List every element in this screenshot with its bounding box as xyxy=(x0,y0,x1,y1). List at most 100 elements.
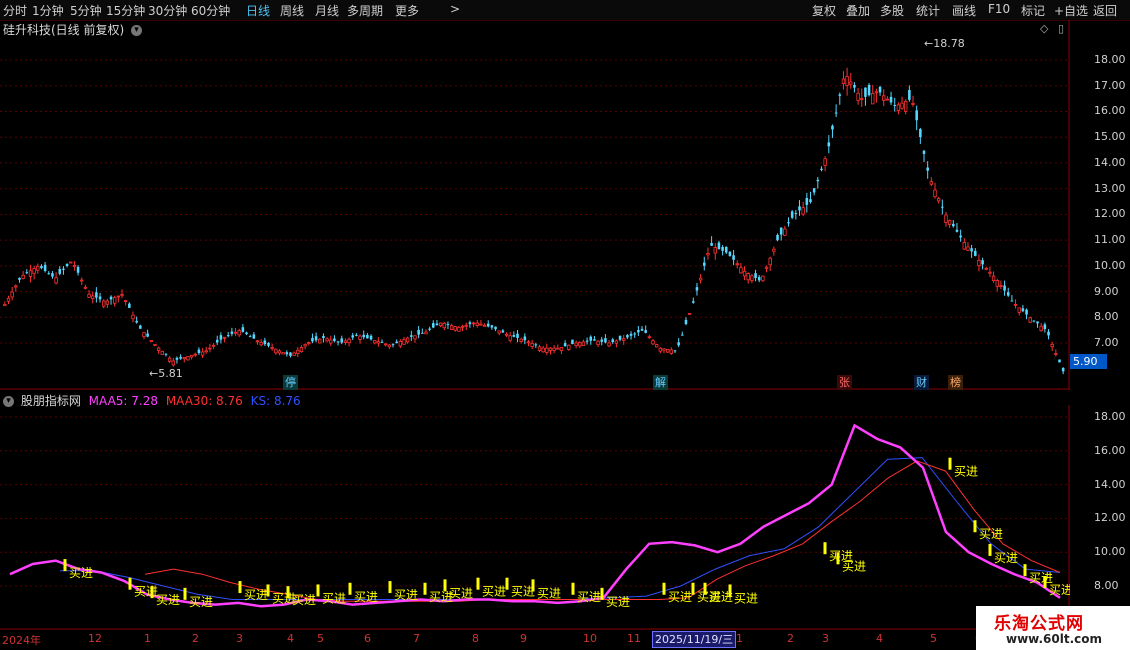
candle xyxy=(654,343,659,348)
indicator-axis-label: 12.00 xyxy=(1094,511,1126,525)
event-marker-stop[interactable]: 停 xyxy=(283,375,298,390)
price-axis-label: 17.00 xyxy=(1094,78,1126,92)
candle xyxy=(468,320,472,328)
indicator-axis-label: 14.00 xyxy=(1094,477,1126,491)
action-button-7[interactable]: +自选 xyxy=(1054,2,1088,19)
candle xyxy=(102,299,106,309)
price-axis-label: 10.00 xyxy=(1094,258,1126,272)
candle xyxy=(410,330,413,341)
candle xyxy=(139,324,142,329)
action-button-0[interactable]: 复权 xyxy=(812,2,836,19)
candle xyxy=(69,261,73,264)
period-tab-10[interactable]: 更多 xyxy=(395,2,419,19)
period-tab-4[interactable]: 30分钟 xyxy=(148,2,187,19)
candle xyxy=(1061,367,1065,375)
candle xyxy=(281,352,285,355)
candle xyxy=(87,289,91,299)
date-axis-label: 6 xyxy=(364,632,371,645)
candle xyxy=(376,337,381,347)
buy-signal-label: 买进 xyxy=(979,527,1003,541)
candle xyxy=(593,335,596,341)
candle xyxy=(175,356,179,364)
candle xyxy=(54,272,58,285)
candle xyxy=(497,330,501,336)
candle xyxy=(366,332,369,339)
event-marker-zhang[interactable]: 张 xyxy=(837,375,852,390)
indicator-chart[interactable]: 买进买进买进 买进 买进 买进买进 买进 买进 买进 买进买进 买进 买进 买进 买进 买进 买进 买进买进… xyxy=(0,405,1070,630)
candle xyxy=(36,263,40,274)
candle xyxy=(76,264,80,276)
candle xyxy=(681,331,684,336)
period-tab-5[interactable]: 60分钟 xyxy=(191,2,230,19)
period-tab-9[interactable]: 多周期 xyxy=(347,2,383,19)
candle xyxy=(153,344,157,347)
action-button-1[interactable]: 叠加 xyxy=(846,2,870,19)
candle xyxy=(783,225,787,237)
action-button-2[interactable]: 多股 xyxy=(880,2,904,19)
chevron-right-icon[interactable]: > xyxy=(450,2,460,16)
buy-signal: 买进 xyxy=(988,543,1018,565)
action-button-5[interactable]: F10 xyxy=(988,2,1010,16)
candle xyxy=(871,84,875,105)
candle xyxy=(252,332,256,339)
period-tab-7[interactable]: 周线 xyxy=(280,2,304,19)
buy-signal-label: 买进 xyxy=(994,551,1018,565)
candle xyxy=(299,345,304,353)
period-tab-0[interactable]: 分时 xyxy=(3,2,27,19)
buy-signal: 买进 xyxy=(476,577,506,599)
candle xyxy=(471,321,476,328)
action-button-4[interactable]: 画线 xyxy=(952,2,976,19)
event-marker-jie[interactable]: 解 xyxy=(653,375,668,390)
candle xyxy=(464,322,468,330)
candle xyxy=(776,233,779,242)
buy-signal-label: 买进 xyxy=(954,465,978,479)
date-axis-label: 9 xyxy=(520,632,527,645)
candle xyxy=(1036,321,1039,328)
watermark-title: 乐淘公式网 xyxy=(994,614,1084,634)
indicator-axis-label: 16.00 xyxy=(1094,443,1126,457)
action-button-8[interactable]: 返回 xyxy=(1093,2,1117,19)
candle xyxy=(644,325,647,334)
action-button-3[interactable]: 统计 xyxy=(916,2,940,19)
candle xyxy=(83,284,88,290)
candle xyxy=(362,330,365,340)
candle xyxy=(65,263,69,268)
candle xyxy=(746,272,750,284)
date-axis-label: 7 xyxy=(413,632,420,645)
candle xyxy=(673,350,677,354)
period-tab-8[interactable]: 月线 xyxy=(315,2,339,19)
candle xyxy=(658,347,663,354)
candle xyxy=(435,320,439,326)
candle xyxy=(548,347,553,355)
candle xyxy=(735,260,739,269)
candle xyxy=(303,343,307,350)
period-tab-2[interactable]: 5分钟 xyxy=(70,2,102,19)
period-tab-3[interactable]: 15分钟 xyxy=(106,2,145,19)
candle xyxy=(640,326,644,331)
candle xyxy=(893,97,896,112)
price-axis-label: 7.00 xyxy=(1094,336,1119,350)
price-axis-label: 11.00 xyxy=(1094,233,1126,247)
period-tab-1[interactable]: 1分钟 xyxy=(32,2,64,19)
buy-signal-label: 买进 xyxy=(189,595,213,609)
candle xyxy=(189,354,194,360)
candle xyxy=(120,289,124,299)
candle xyxy=(128,302,131,309)
candle xyxy=(116,295,121,303)
event-marker-rank[interactable]: 榜 xyxy=(948,375,963,390)
action-button-6[interactable]: 标记 xyxy=(1021,2,1045,19)
candle xyxy=(490,324,494,330)
high-price-value: 18.78 xyxy=(933,37,965,50)
event-marker-cai[interactable]: 财 xyxy=(914,375,929,390)
period-tab-6[interactable]: 日线 xyxy=(246,2,270,19)
date-axis-highlight: 2025/11/19/三 xyxy=(652,631,737,648)
candle xyxy=(325,337,329,343)
candlestick-chart[interactable] xyxy=(0,20,1070,390)
date-axis-label: 4 xyxy=(876,632,883,645)
buy-signal: 买进 xyxy=(388,581,418,602)
candle xyxy=(245,331,248,336)
candle xyxy=(853,82,856,93)
candle xyxy=(537,344,542,353)
candle xyxy=(874,88,879,103)
candle xyxy=(248,334,252,338)
